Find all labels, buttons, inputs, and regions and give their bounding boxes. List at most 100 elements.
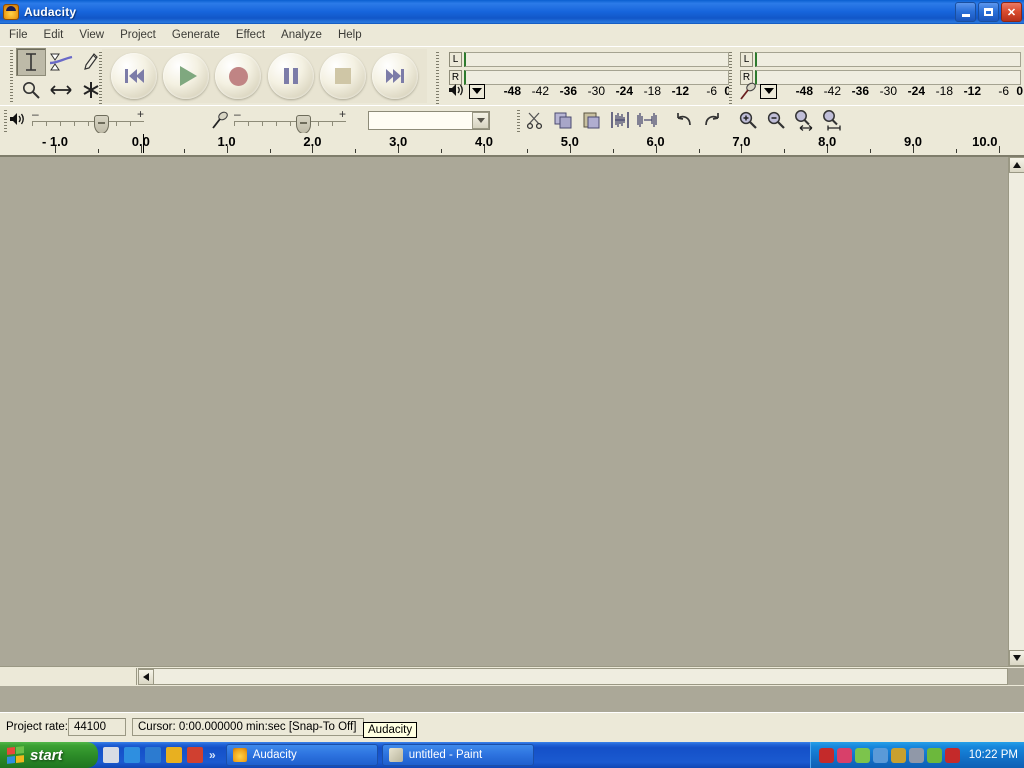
shortcut-icon[interactable]	[187, 747, 203, 763]
scroll-up-button[interactable]	[1009, 157, 1024, 173]
ruler-tick-major	[312, 146, 314, 153]
tray-update-icon[interactable]	[854, 747, 870, 763]
close-button[interactable]: ✕	[1001, 2, 1022, 22]
input-volume-slider[interactable]: – +	[234, 107, 346, 134]
pause-button[interactable]	[267, 53, 314, 99]
paste-button[interactable]	[578, 107, 605, 133]
envelope-tool-button[interactable]	[46, 48, 76, 76]
scroll-down-button[interactable]	[1009, 650, 1024, 666]
minimize-button[interactable]	[955, 2, 976, 22]
input-source-select[interactable]	[368, 110, 490, 130]
show-desktop-icon[interactable]	[103, 747, 119, 763]
tray-sync-icon[interactable]	[926, 747, 942, 763]
tray-network-alert-icon[interactable]	[836, 747, 852, 763]
output-volume-thumb[interactable]	[94, 115, 109, 134]
ruler-tick-major	[484, 146, 485, 153]
taskbar: start » Audacity untitled - Paint 10:22 …	[0, 742, 1024, 768]
tray-sound-icon[interactable]	[890, 747, 906, 763]
menu-help[interactable]: Help	[331, 26, 369, 44]
ruler-tick-major	[569, 146, 571, 153]
undo-button[interactable]	[670, 107, 697, 133]
output-meter-toolbar[interactable]: L R -48-42-36-30-24-18-12-60	[442, 49, 733, 103]
chevron-down-icon[interactable]	[472, 111, 489, 129]
stop-button[interactable]	[319, 53, 366, 99]
zoom-in-button[interactable]	[734, 107, 761, 133]
taskbutton-paint[interactable]: untitled - Paint	[381, 744, 534, 766]
mixer-toolbar: – + – +	[8, 107, 490, 134]
taskbar-clock[interactable]: 10:22 PM	[969, 749, 1018, 761]
zoom-out-button[interactable]	[762, 107, 789, 133]
taskbutton-audacity[interactable]: Audacity	[225, 744, 378, 766]
tray-connection-icon[interactable]	[872, 747, 888, 763]
timeshift-tool-button[interactable]	[46, 76, 76, 104]
track-panel[interactable]	[0, 157, 1008, 666]
microphone-icon-mixer	[210, 111, 230, 129]
input-meter-db-neg30: -30	[879, 84, 897, 98]
output-meter-db-neg12: -12	[671, 84, 689, 98]
record-button[interactable]	[215, 53, 262, 99]
output-meter-menu-button[interactable]	[469, 83, 485, 99]
project-rate-value[interactable]: 44100	[68, 718, 126, 736]
start-label: start	[30, 746, 63, 764]
edit-toolbar-grip[interactable]	[515, 110, 522, 132]
skip-to-end-button[interactable]	[371, 53, 418, 99]
window-title: Audacity	[24, 5, 77, 19]
title-bar: Audacity ✕	[0, 0, 1024, 24]
transport-toolbar	[102, 49, 427, 103]
vertical-scrollbar[interactable]	[1008, 157, 1024, 666]
redo-button[interactable]	[698, 107, 725, 133]
menu-effect[interactable]: Effect	[229, 26, 272, 44]
ruler-tick-major	[140, 146, 142, 153]
menu-view[interactable]: View	[72, 26, 111, 44]
output-volume-slider[interactable]: – +	[32, 107, 144, 134]
menu-generate[interactable]: Generate	[165, 26, 227, 44]
microphone-icon	[738, 82, 758, 100]
input-meter-toolbar[interactable]: L R -48 -42 -36 -30 -24 -18 -12 -6 0	[733, 49, 1024, 103]
restore-button[interactable]	[978, 2, 999, 22]
tray-antivirus-icon[interactable]	[818, 747, 834, 763]
output-meter-grip[interactable]	[434, 52, 441, 104]
trim-outside-selection-button[interactable]	[606, 107, 633, 133]
output-meter-db-neg48: -48	[503, 84, 521, 98]
input-meter-db-neg12: -12	[963, 84, 981, 98]
input-meter-db-neg42: -42	[823, 84, 841, 98]
menu-edit[interactable]: Edit	[37, 26, 71, 44]
ruler-tick-major	[55, 146, 56, 153]
zoom-tool-button[interactable]	[16, 76, 46, 104]
timeline-ruler[interactable]: - 1.0 0.0 1.0 2.0 3.0 4.0 5.0 6.0 7.0 8.0 9.0 10.0	[0, 133, 1024, 157]
media-player-icon[interactable]	[145, 747, 161, 763]
tray-volume-icon[interactable]	[908, 747, 924, 763]
input-meter-menu-button[interactable]	[760, 83, 777, 99]
selection-tool-button[interactable]	[16, 48, 46, 76]
cut-button[interactable]	[522, 107, 549, 133]
input-meter-db-neg36: -36	[851, 84, 869, 98]
fit-selection-button[interactable]	[790, 107, 817, 133]
project-rate-label: Project rate:	[6, 721, 68, 733]
ruler-tick-minor	[355, 149, 357, 153]
menu-file[interactable]: File	[2, 26, 35, 44]
menu-analyze[interactable]: Analyze	[274, 26, 329, 44]
ruler-tick-major	[741, 146, 743, 153]
fit-project-button[interactable]	[818, 107, 845, 133]
copy-button[interactable]	[550, 107, 577, 133]
ruler-tick-major	[398, 146, 400, 153]
output-volume-plus-label: +	[136, 107, 144, 121]
scroll-left-button[interactable]	[138, 669, 154, 685]
messenger-icon[interactable]	[166, 747, 182, 763]
skip-to-start-button[interactable]	[111, 53, 158, 99]
menu-project[interactable]: Project	[113, 26, 163, 44]
input-volume-thumb[interactable]	[296, 115, 311, 134]
ruler-tick-major	[913, 146, 914, 153]
output-meter-db-neg18: -18	[643, 84, 661, 98]
horizontal-scrollbar[interactable]	[138, 668, 1008, 685]
play-button[interactable]	[163, 53, 210, 99]
start-button[interactable]: start	[0, 742, 98, 768]
internet-explorer-icon[interactable]	[124, 747, 140, 763]
tools-toolbar-grip[interactable]	[8, 50, 15, 104]
tray-mcafee-icon[interactable]	[944, 747, 960, 763]
speaker-icon	[447, 82, 467, 100]
quick-launch-overflow-icon[interactable]: »	[209, 748, 216, 762]
toolbar-dock-upper: L R -48-42-36-30-24-18-12-60 L	[0, 46, 1024, 106]
vertical-scroll-trough[interactable]	[1009, 174, 1024, 649]
silence-selection-button[interactable]	[634, 107, 661, 133]
